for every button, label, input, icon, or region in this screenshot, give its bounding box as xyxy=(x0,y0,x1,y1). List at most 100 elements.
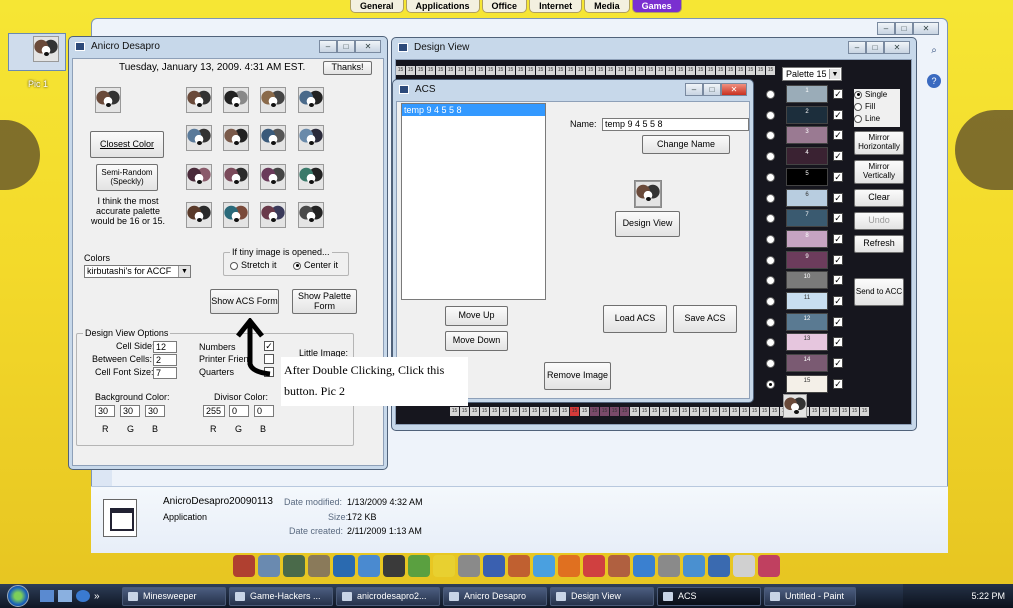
help-icon[interactable]: ? xyxy=(927,74,941,88)
dock-app-icon[interactable] xyxy=(532,554,555,577)
swatch-checkbox[interactable]: ✓ xyxy=(833,254,843,265)
palette-swatch[interactable]: 15 xyxy=(786,374,828,393)
bg-g-input[interactable]: 30 xyxy=(120,405,140,417)
minimize-icon[interactable]: – xyxy=(685,83,703,96)
grid-cell[interactable]: 15 xyxy=(690,407,699,416)
mirror-vertically-button[interactable]: Mirror Vertically xyxy=(854,160,904,184)
palette-swatch[interactable]: 14 xyxy=(786,354,828,373)
grid-cell[interactable]: 15 xyxy=(540,407,549,416)
start-button[interactable] xyxy=(0,584,36,608)
thanks-button[interactable]: Thanks! xyxy=(323,61,372,75)
send-to-acc-button[interactable]: Send to ACC xyxy=(854,278,904,306)
grid-cell[interactable]: 15 xyxy=(596,66,605,75)
palette-swatch[interactable]: 3 xyxy=(786,126,828,145)
grid-cell[interactable]: 15 xyxy=(396,66,405,75)
dock-app-icon[interactable] xyxy=(257,554,280,577)
grid-cell[interactable]: 15 xyxy=(516,66,525,75)
tab-applications[interactable]: Applications xyxy=(405,0,480,13)
grid-cell[interactable]: 15 xyxy=(510,407,519,416)
swatch-checkbox[interactable]: ✓ xyxy=(833,275,843,286)
grid-cell[interactable]: 15 xyxy=(666,66,675,75)
dock-app-icon[interactable] xyxy=(732,554,755,577)
dock-app-icon[interactable] xyxy=(382,554,405,577)
palette-variant-image[interactable] xyxy=(260,87,286,113)
grid-cell[interactable]: 15 xyxy=(696,66,705,75)
grid-cell[interactable]: 15 xyxy=(566,66,575,75)
swatch-checkbox[interactable]: ✓ xyxy=(833,316,843,327)
palette-variant-image[interactable] xyxy=(223,164,249,190)
palette-swatch[interactable]: 1 xyxy=(786,85,828,103)
grid-cell[interactable]: 15 xyxy=(660,407,669,416)
dock-app-icon[interactable] xyxy=(232,554,255,577)
grid-cell[interactable]: 15 xyxy=(750,407,759,416)
dock-app-icon[interactable] xyxy=(682,554,705,577)
taskbar-item-folder[interactable]: anicrodesapro2... xyxy=(336,586,440,606)
swatch-checkbox[interactable]: ✓ xyxy=(833,337,843,348)
palette-variant-image[interactable] xyxy=(186,202,212,228)
grid-cell[interactable]: 15 xyxy=(676,66,685,75)
palette-variant-image[interactable] xyxy=(298,125,324,151)
dock-app-icon[interactable] xyxy=(757,554,780,577)
grid-cell[interactable]: 15 xyxy=(466,66,475,75)
grid-cell[interactable]: 15 xyxy=(520,407,529,416)
palette-swatch[interactable]: 4 xyxy=(786,147,828,166)
grid-cell[interactable]: 15 xyxy=(550,407,559,416)
between-cells-input[interactable]: 2 xyxy=(153,354,177,366)
palette-variant-image[interactable] xyxy=(260,202,286,228)
grid-cell[interactable]: 15 xyxy=(716,66,725,75)
swatch-checkbox[interactable]: ✓ xyxy=(833,233,843,244)
undo-button[interactable]: Undo xyxy=(854,212,904,230)
grid-cell[interactable]: 15 xyxy=(476,66,485,75)
switch-windows-icon[interactable] xyxy=(58,590,72,602)
swatch-radio[interactable] xyxy=(766,90,775,99)
palette-swatch[interactable]: 13 xyxy=(786,333,828,352)
taskbar-item-design-view[interactable]: Design View xyxy=(550,586,654,606)
grid-cell[interactable]: 15 xyxy=(506,66,515,75)
grid-cell[interactable]: 15 xyxy=(670,407,679,416)
grid-cell[interactable]: 15 xyxy=(576,66,585,75)
dock-app-icon[interactable] xyxy=(507,554,530,577)
grid-cell[interactable]: 15 xyxy=(610,407,619,416)
swatch-radio[interactable] xyxy=(766,234,775,244)
div-r-input[interactable]: 255 xyxy=(203,405,225,417)
grid-cell[interactable]: 15 xyxy=(586,66,595,75)
grid-cell[interactable]: 15 xyxy=(480,407,489,416)
palette-variant-image[interactable] xyxy=(186,164,212,190)
mirror-horizontally-button[interactable]: Mirror Horizontally xyxy=(854,131,904,155)
grid-cell[interactable]: 15 xyxy=(680,407,689,416)
grid-cell[interactable]: 15 xyxy=(600,407,609,416)
grid-cell[interactable]: 15 xyxy=(450,407,459,416)
swatch-checkbox[interactable]: ✓ xyxy=(833,192,843,203)
grid-cell[interactable]: 15 xyxy=(590,407,599,416)
grid-cell[interactable]: 15 xyxy=(630,407,639,416)
palette-variant-image[interactable] xyxy=(298,87,324,113)
grid-cell[interactable]: 15 xyxy=(656,66,665,75)
show-desktop-icon[interactable] xyxy=(40,590,54,602)
swatch-checkbox[interactable]: ✓ xyxy=(833,213,843,224)
grid-cell[interactable]: 15 xyxy=(740,407,749,416)
grid-cell[interactable]: 15 xyxy=(840,407,849,416)
palette-variant-image[interactable] xyxy=(298,202,324,228)
grid-cell[interactable]: 15 xyxy=(760,407,769,416)
div-b-input[interactable]: 0 xyxy=(254,405,274,417)
taskbar-item-game-hackers[interactable]: Game-Hackers ... xyxy=(229,586,333,606)
palette-swatch[interactable]: 10 xyxy=(786,271,828,290)
swatch-radio[interactable] xyxy=(766,110,775,120)
minimize-icon[interactable]: – xyxy=(848,41,866,54)
grid-cell[interactable]: 15 xyxy=(486,66,495,75)
grid-cell[interactable]: 15 xyxy=(496,66,505,75)
grid-cell[interactable]: 15 xyxy=(720,407,729,416)
grid-cell[interactable]: 15 xyxy=(810,407,819,416)
grid-cell[interactable]: 15 xyxy=(546,66,555,75)
show-palette-form-button[interactable]: Show Palette Form xyxy=(292,289,357,314)
swatch-radio[interactable] xyxy=(766,255,775,265)
grid-cell[interactable]: 15 xyxy=(616,66,625,75)
swatch-radio[interactable] xyxy=(766,193,775,203)
grid-cell[interactable]: 15 xyxy=(686,66,695,75)
grid-cell[interactable]: 15 xyxy=(606,66,615,75)
grid-cell[interactable]: 15 xyxy=(646,66,655,75)
palette-swatch[interactable]: 8 xyxy=(786,229,828,248)
dock-app-icon[interactable] xyxy=(632,554,655,577)
list-item[interactable]: temp 9 4 5 5 8 xyxy=(402,104,545,116)
stretch-option[interactable]: Stretch it xyxy=(230,260,277,270)
